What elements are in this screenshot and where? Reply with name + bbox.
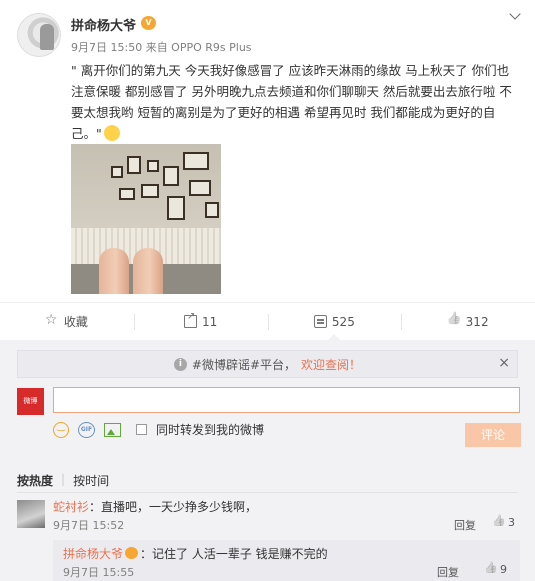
post-image[interactable] xyxy=(71,144,221,294)
photo-leg xyxy=(133,248,163,294)
commenter-avatar[interactable] xyxy=(17,500,45,528)
close-icon[interactable]: × xyxy=(498,355,510,371)
post-action-bar: 收藏 11 525 312 xyxy=(0,302,535,340)
sub-comment-time: 9月7日 15:55 xyxy=(63,566,135,579)
sub-comment: 拼命杨大爷 ：记住了 人活一辈子 钱是赚不完的 9月7日 15:55 回复 9 xyxy=(53,540,520,581)
image-upload-icon[interactable] xyxy=(104,422,121,437)
like-count: 312 xyxy=(465,314,489,329)
emoji-icon xyxy=(103,125,120,141)
photo-frame xyxy=(119,188,135,200)
submit-comment-button[interactable]: 评论 xyxy=(465,423,521,447)
favorite-label: 收藏 xyxy=(63,315,88,329)
emoji-picker-icon[interactable] xyxy=(53,421,69,438)
commenter-name[interactable]: 蛇衬衫 xyxy=(53,500,89,514)
notice-link[interactable]: #微博辟谣#平台， xyxy=(192,356,296,373)
my-avatar: 微博 xyxy=(17,388,44,415)
comment-like-count: 3 xyxy=(508,516,515,529)
photo-frame xyxy=(183,152,209,170)
photo-frame xyxy=(127,156,141,174)
comment-body: ：直播吧，一天少挣多少钱啊， xyxy=(89,500,258,514)
thumbs-up-icon xyxy=(448,315,461,328)
composer-tools: GIF 同时转发到我的微博 xyxy=(53,421,264,438)
photo-frame xyxy=(167,196,185,220)
sort-by-time[interactable]: 按时间 xyxy=(73,472,109,489)
comment-tab-button[interactable]: 525 xyxy=(267,303,402,340)
reply-button[interactable]: 回复 xyxy=(454,517,476,533)
sort-divider: | xyxy=(61,472,66,486)
vip-badge-icon: V xyxy=(141,16,156,30)
repost-button[interactable]: 11 xyxy=(133,303,268,340)
sort-bar: 按热度 | 按时间 xyxy=(17,472,109,489)
photo-frame xyxy=(141,184,159,198)
post-text: " 离开你们的第九天 今天我好像感冒了 应该昨天淋雨的缘故 马上秋天了 你们也注… xyxy=(71,63,512,141)
comment-input[interactable] xyxy=(53,387,520,413)
thumbs-up-icon xyxy=(485,564,497,576)
sub-comment-like-count: 9 xyxy=(500,563,507,576)
sub-comment-text: 拼命杨大爷 ：记住了 人活一辈子 钱是赚不完的 xyxy=(63,545,328,562)
gif-icon[interactable]: GIF xyxy=(78,421,95,438)
comment-text: 蛇衬衫：直播吧，一天少挣多少钱啊， xyxy=(53,498,257,515)
photo-leg xyxy=(99,248,129,294)
vip-badge-icon xyxy=(125,547,139,559)
photo-frame xyxy=(205,202,219,218)
user-avatar[interactable] xyxy=(17,13,61,57)
comment-time: 9月7日 15:52 xyxy=(53,519,125,532)
sort-by-hot[interactable]: 按热度 xyxy=(17,472,53,489)
forward-checkbox[interactable] xyxy=(136,424,147,435)
share-icon xyxy=(183,311,197,328)
post-author-name[interactable]: 拼命杨大爷 xyxy=(71,15,136,34)
repost-count: 11 xyxy=(201,314,218,329)
star-icon xyxy=(45,312,59,328)
sub-commenter-name[interactable]: 拼命杨大爷 xyxy=(63,547,123,561)
thumbs-up-icon xyxy=(493,517,505,529)
like-button[interactable]: 312 xyxy=(401,303,535,340)
sub-comment-body: ：记住了 人活一辈子 钱是赚不完的 xyxy=(140,547,328,561)
favorite-button[interactable]: 收藏 xyxy=(0,303,134,340)
post-body: " 离开你们的第九天 今天我好像感冒了 应该昨天淋雨的缘故 马上秋天了 你们也注… xyxy=(71,60,520,144)
photo-frame xyxy=(147,160,159,172)
sub-comment-like-button[interactable]: 9 xyxy=(485,563,507,576)
rumor-notice: i #微博辟谣#平台， 欢迎查阅！ × xyxy=(17,350,518,378)
comment-like-button[interactable]: 3 xyxy=(493,516,515,529)
comment-panel: i #微博辟谣#平台， 欢迎查阅！ × 微博 GIF 同时转发到我的微博 评论 按… xyxy=(0,340,535,581)
forward-label: 同时转发到我的微博 xyxy=(156,423,265,437)
photo-frame xyxy=(111,166,123,178)
sub-reply-button[interactable]: 回复 xyxy=(437,564,459,580)
photo-frame xyxy=(189,180,211,196)
chevron-down-icon[interactable] xyxy=(509,10,521,22)
photo-frame xyxy=(163,166,179,186)
comment-count: 525 xyxy=(331,314,355,329)
info-icon: i xyxy=(173,357,187,371)
divider xyxy=(17,492,518,493)
notice-highlight[interactable]: 欢迎查阅！ xyxy=(301,356,361,373)
comment-icon xyxy=(313,315,327,328)
post-meta: 9月7日 15:50 来自 OPPO R9s Plus xyxy=(71,41,252,54)
